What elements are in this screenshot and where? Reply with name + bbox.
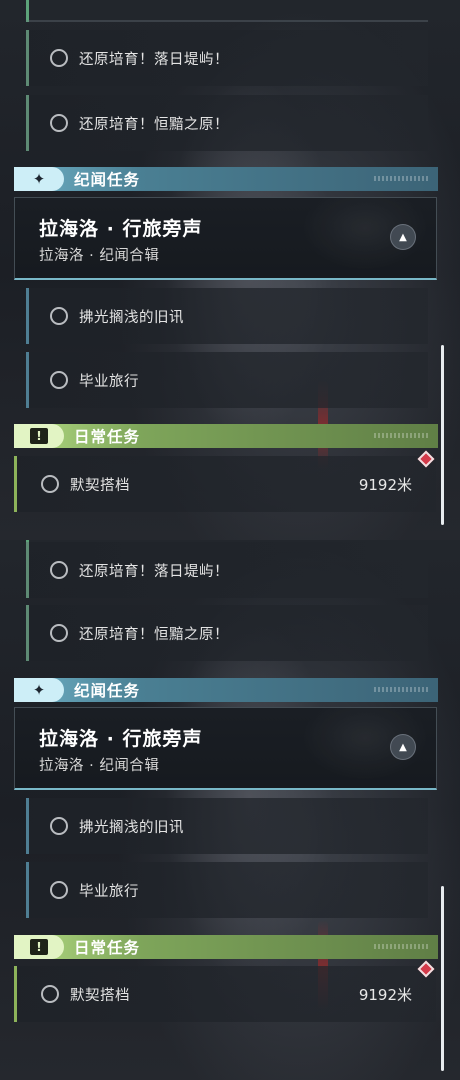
category-icon-pill: !	[14, 424, 64, 448]
quest-label: 拂光搁浅的旧讯	[79, 819, 184, 836]
scrollbar-thumb[interactable]	[441, 345, 444, 525]
quest-label: 还原培育！恒黯之原！	[79, 116, 229, 133]
quest-item-moqi[interactable]: 默契搭档 9192米	[14, 966, 436, 1022]
ring-icon	[50, 817, 68, 835]
sparkle-icon: ✦	[32, 170, 46, 188]
quest-label: 还原培育！恒黯之原！	[79, 626, 229, 643]
quest-label: 毕业旅行	[79, 373, 139, 390]
scrollbar-thumb[interactable]	[441, 886, 444, 1071]
card-title: 拉海洛 · 行旅旁声	[39, 728, 203, 750]
sparkle-icon: ✦	[32, 681, 46, 699]
quest-item-luori[interactable]: 还原培育！落日堤屿！	[26, 542, 428, 598]
quest-item-biye[interactable]: 毕业旅行	[26, 862, 428, 918]
divider	[26, 20, 428, 22]
story-quest-card[interactable]: 拉海洛 · 行旅旁声 拉海洛 · 纪闻合辑 ▲	[14, 197, 437, 280]
category-header-story[interactable]: ✦ 纪闻任务	[14, 167, 438, 191]
quest-item-moqi[interactable]: 默契搭档 9192米	[14, 456, 436, 512]
quest-label: 拂光搁浅的旧讯	[79, 309, 184, 326]
quest-item-hengan[interactable]: 还原培育！恒黯之原！	[26, 605, 428, 661]
category-title: 日常任务	[74, 939, 141, 957]
quest-label: 还原培育！落日堤屿！	[79, 563, 229, 580]
card-subtitle: 拉海洛 · 纪闻合辑	[39, 248, 160, 264]
header-decoration	[374, 433, 430, 438]
quest-item-fuguang[interactable]: 拂光搁浅的旧讯	[26, 288, 428, 344]
ring-icon	[41, 985, 59, 1003]
ring-icon	[50, 371, 68, 389]
header-decoration	[374, 944, 430, 949]
exclamation-box-icon: !	[30, 939, 48, 955]
card-title: 拉海洛 · 行旅旁声	[39, 218, 203, 240]
quest-bar-stub	[26, 0, 29, 22]
quest-distance: 9192米	[358, 985, 412, 1004]
ring-icon	[41, 475, 59, 493]
ring-icon	[50, 49, 68, 67]
category-header-daily[interactable]: ! 日常任务	[14, 424, 438, 448]
ring-icon	[50, 307, 68, 325]
category-icon-pill: ✦	[14, 678, 64, 702]
quest-item-luori[interactable]: 还原培育！落日堤屿！	[26, 30, 428, 86]
exclamation-box-icon: !	[30, 428, 48, 444]
quest-label: 毕业旅行	[79, 883, 139, 900]
header-decoration	[374, 687, 430, 692]
chevron-up-icon[interactable]: ▲	[390, 734, 416, 760]
quest-label: 默契搭档	[70, 987, 130, 1004]
category-title: 日常任务	[74, 428, 141, 446]
quest-distance: 9192米	[358, 475, 412, 494]
quest-panel-bottom: 还原培育！落日堤屿！ 还原培育！恒黯之原！ ✦ 纪闻任务 拉海洛 · 行旅旁声 …	[0, 540, 460, 1080]
category-header-story[interactable]: ✦ 纪闻任务	[14, 678, 438, 702]
category-title: 纪闻任务	[74, 171, 141, 189]
ring-icon	[50, 561, 68, 579]
category-title: 纪闻任务	[74, 682, 141, 700]
chevron-up-icon[interactable]: ▲	[390, 224, 416, 250]
ring-icon	[50, 881, 68, 899]
quest-item-biye[interactable]: 毕业旅行	[26, 352, 428, 408]
ring-icon	[50, 114, 68, 132]
ring-icon	[50, 624, 68, 642]
card-subtitle: 拉海洛 · 纪闻合辑	[39, 758, 160, 774]
quest-panel-top: 还原培育！落日堤屿！ 还原培育！恒黯之原！ ✦ 纪闻任务 拉海洛 · 行旅旁声 …	[0, 0, 460, 540]
story-quest-card[interactable]: 拉海洛 · 行旅旁声 拉海洛 · 纪闻合辑 ▲	[14, 707, 437, 790]
quest-item-hengan[interactable]: 还原培育！恒黯之原！	[26, 95, 428, 151]
quest-item-fuguang[interactable]: 拂光搁浅的旧讯	[26, 798, 428, 854]
category-header-daily[interactable]: ! 日常任务	[14, 935, 438, 959]
category-icon-pill: ✦	[14, 167, 64, 191]
header-decoration	[374, 176, 430, 181]
category-icon-pill: !	[14, 935, 64, 959]
quest-label: 默契搭档	[70, 477, 130, 494]
quest-label: 还原培育！落日堤屿！	[79, 51, 229, 68]
